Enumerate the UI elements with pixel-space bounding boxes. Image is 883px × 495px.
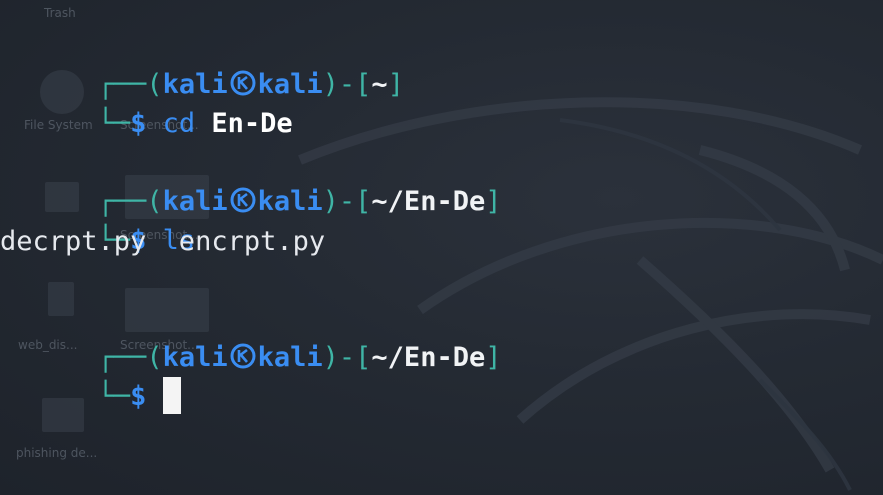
desktop: Trash File System Screenshot... Screensh… — [0, 0, 883, 495]
command-line: └─$ ls — [97, 225, 196, 256]
command-argument: En-De — [211, 108, 293, 139]
terminal-cursor[interactable] — [162, 377, 181, 414]
prompt-path: ~/En-De — [371, 342, 486, 373]
prompt-host: kali — [257, 186, 323, 217]
prompt-symbol: $ — [130, 108, 147, 139]
prompt-header: ┌──(kali kali)-[~] — [97, 69, 404, 100]
command-line: └─$ cd En-De — [97, 108, 293, 139]
command-text: cd — [162, 108, 196, 139]
kali-logo-icon — [230, 343, 256, 369]
prompt-header: ┌──(kali kali)-[~/En-De] — [97, 186, 502, 217]
prompt-symbol: $ — [130, 381, 147, 412]
active-command-line[interactable]: └─$ — [0, 338, 181, 414]
terminal-window[interactable]: ┌──(kali kali)-[~] └─$ cd En-De ┌──(kali k… — [0, 0, 883, 495]
kali-logo-icon — [230, 187, 256, 213]
prompt-header: ┌──(kali kali)-[~/En-De] — [97, 342, 502, 373]
command-output: decrpt.py encrpt.py — [0, 226, 326, 257]
prompt-host: kali — [257, 342, 323, 373]
prompt-path: ~/En-De — [371, 186, 486, 217]
prompt-path: ~ — [371, 69, 388, 100]
